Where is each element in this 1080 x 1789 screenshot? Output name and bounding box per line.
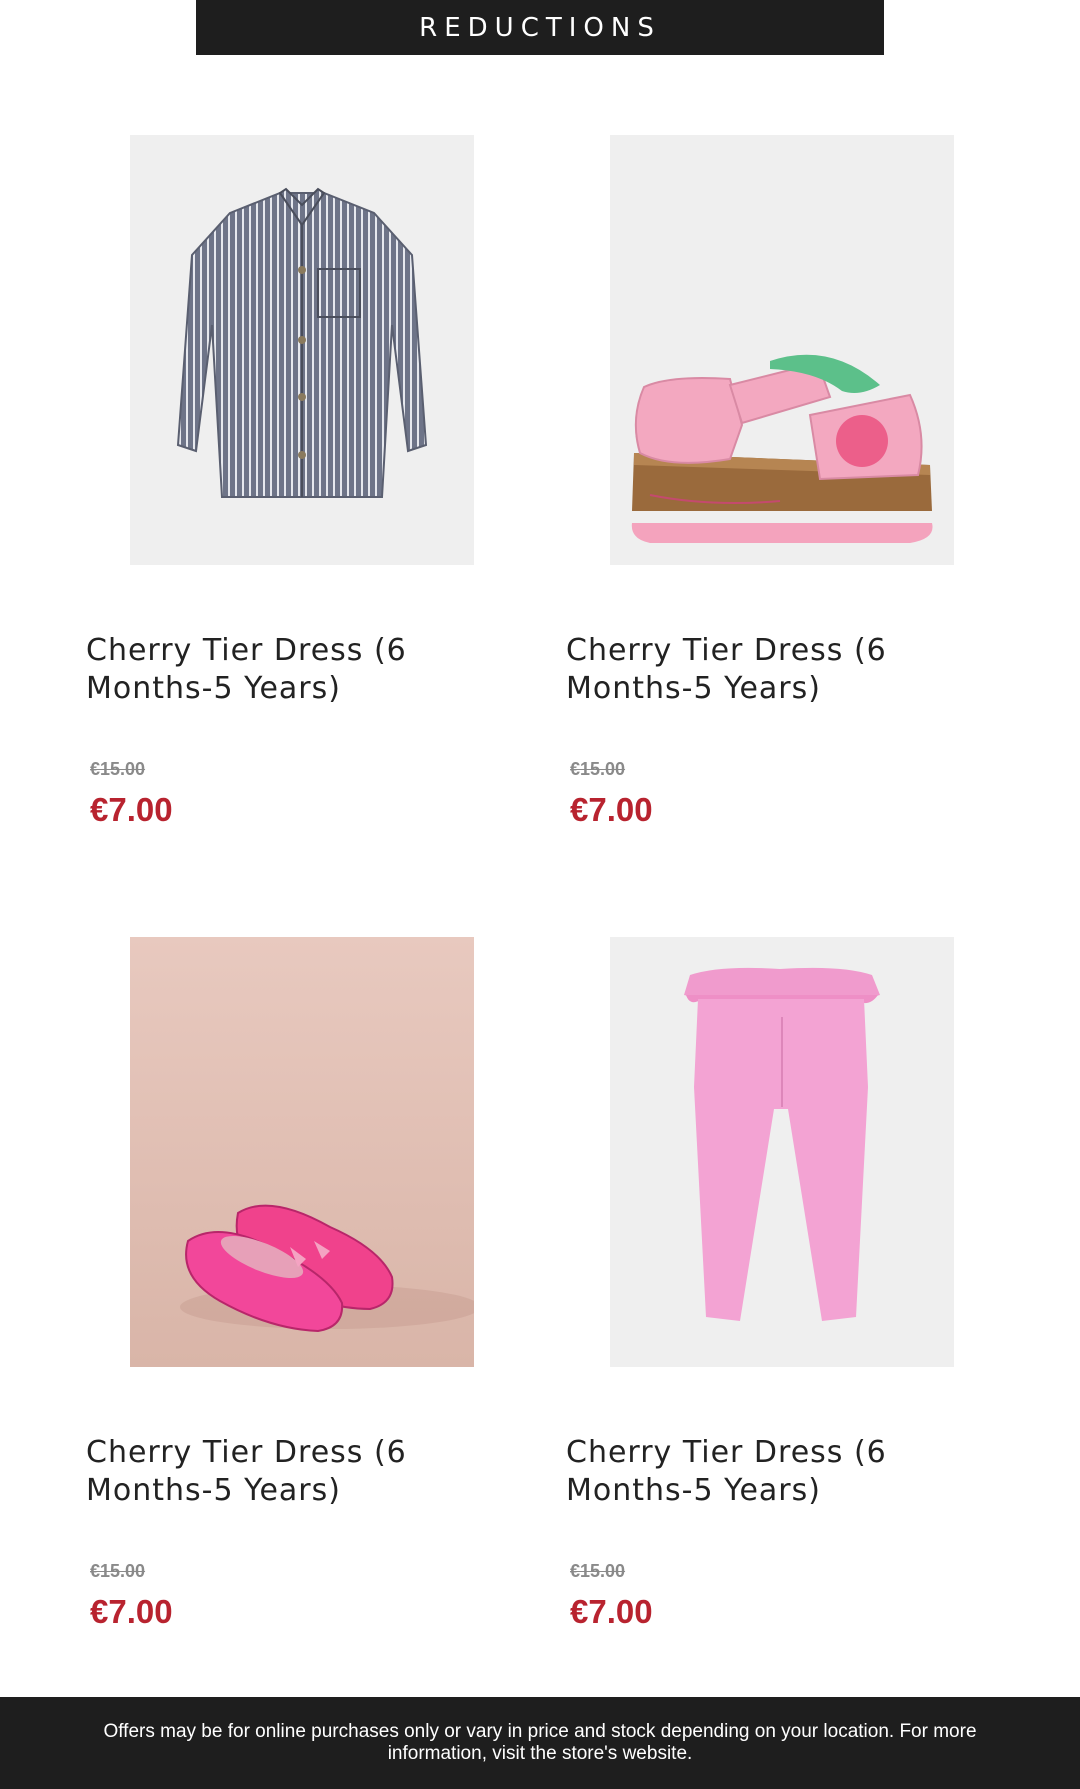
page-title: REDUCTIONS <box>196 0 884 55</box>
product-name[interactable]: Cherry Tier Dress (6 Months-5 Years) <box>86 632 506 708</box>
product-name[interactable]: Cherry Tier Dress (6 Months-5 Years) <box>566 632 986 708</box>
sale-price: €7.00 <box>90 1593 173 1630</box>
sale-price: €7.00 <box>570 791 653 828</box>
original-price: €15.00 <box>570 1561 626 1581</box>
sale-price: €7.00 <box>570 1593 653 1630</box>
sale-price: €7.00 <box>90 791 173 828</box>
pink-leggings-image[interactable] <box>610 937 954 1367</box>
pink-sandal-image[interactable] <box>610 135 954 565</box>
pink-ballet-flats-image[interactable] <box>130 937 474 1367</box>
original-price: €15.00 <box>90 1561 146 1581</box>
footer-disclaimer: Offers may be for online purchases only … <box>0 1697 1080 1789</box>
product-name[interactable]: Cherry Tier Dress (6 Months-5 Years) <box>86 1434 506 1510</box>
original-price: €15.00 <box>570 759 626 779</box>
product-name[interactable]: Cherry Tier Dress (6 Months-5 Years) <box>566 1434 986 1510</box>
original-price: €15.00 <box>90 759 146 779</box>
striped-shirt-image[interactable] <box>130 135 474 565</box>
